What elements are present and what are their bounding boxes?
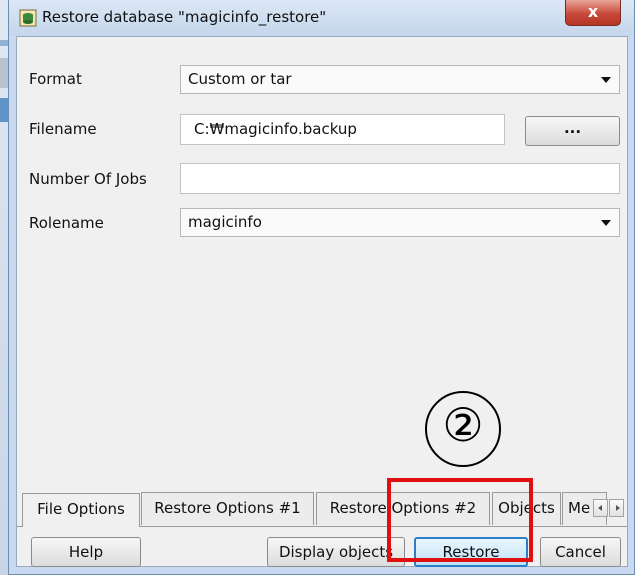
chevron-down-icon [601,220,611,226]
restore-highlight-annotation [387,478,533,562]
filename-input[interactable]: C:₩magicinfo.backup [180,114,505,145]
chevron-right-icon [616,505,620,511]
tab-file-options[interactable]: File Options [22,493,140,527]
dialog-client-area: Format Custom or tar Filename C:₩magicin… [16,36,628,567]
format-value: Custom or tar [188,70,292,88]
format-combobox[interactable]: Custom or tar [180,65,620,94]
tab-scroll-left-button[interactable] [593,499,608,517]
chevron-down-icon [601,77,611,83]
help-button[interactable]: Help [31,537,141,567]
step-number: ② [442,398,484,452]
format-label: Format [29,70,82,88]
rolename-value: magicinfo [188,213,262,231]
step-marker-annotation: ② [425,391,501,467]
filename-value: C:₩magicinfo.backup [194,120,357,138]
title-bar[interactable]: Restore database "magicinfo_restore" x [9,0,634,36]
restore-database-dialog: Restore database "magicinfo_restore" x F… [8,0,635,575]
browse-button[interactable]: ... [525,116,620,146]
jobs-label: Number Of Jobs [29,170,147,188]
close-button[interactable]: x [565,0,621,26]
jobs-input[interactable] [180,163,620,194]
tab-restore-options-1[interactable]: Restore Options #1 [141,492,314,525]
close-icon: x [587,2,599,21]
rolename-combobox[interactable]: magicinfo [180,208,620,237]
rolename-label: Rolename [29,214,104,232]
database-icon [19,9,37,27]
chevron-left-icon [598,505,602,511]
filename-label: Filename [29,120,97,138]
cancel-button[interactable]: Cancel [540,537,621,567]
display-objects-button[interactable]: Display objects [267,537,405,567]
window-title: Restore database "magicinfo_restore" [42,8,327,26]
tab-scroll-right-button[interactable] [609,499,624,517]
